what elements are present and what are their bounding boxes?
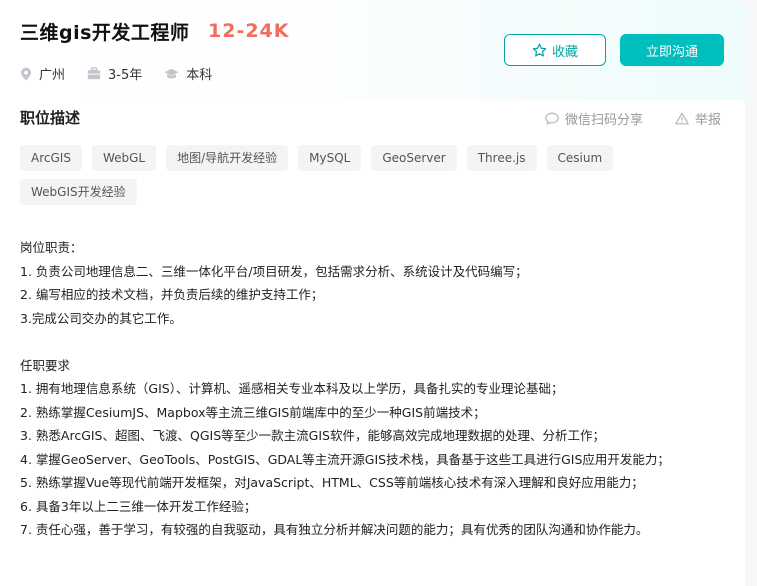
skill-tags: ArcGIS WebGL 地图/导航开发经验 MySQL GeoServer T… <box>20 145 720 213</box>
skill-tag: WebGL <box>91 145 157 171</box>
requirement-item: 4. 掌握GeoServer、GeoTools、PostGIS、GDAL等主流开… <box>20 451 670 467</box>
chat-label: 立即沟通 <box>645 44 698 60</box>
skill-tag: ArcGIS <box>20 145 82 171</box>
share-label: 微信扫码分享 <box>565 113 644 128</box>
skill-tag: GeoServer <box>371 145 457 171</box>
requirements-heading: 任职要求 <box>20 357 71 373</box>
salary: 12-24K <box>208 20 290 42</box>
city-text: 广州 <box>39 68 66 83</box>
star-icon <box>532 43 547 57</box>
graduation-cap-icon <box>164 68 179 78</box>
requirement-item: 7. 责任心强，善于学习，有较强的自我驱动，具有独立分析并解决问题的能力；具有优… <box>20 522 649 537</box>
skill-tag: Three.js <box>466 145 537 171</box>
job-title: 三维gis开发工程师 <box>20 22 190 44</box>
requirement-item: 2. 熟练掌握CesiumJS、Mapbox等主流三维GIS前端库中的至少一种G… <box>20 404 486 420</box>
requirement-item: 6. 具备3年以上二三维一体开发工作经验； <box>20 498 257 514</box>
job-meta: 广州 3-5年 本科 <box>20 64 234 83</box>
skill-tag: 地图/导航开发经验 <box>166 145 289 171</box>
report-link[interactable]: 举报 <box>675 109 721 128</box>
chat-now-button[interactable]: 立即沟通 <box>620 34 724 66</box>
skill-tag: Cesium <box>546 145 614 171</box>
meta-city: 广州 <box>20 64 65 83</box>
skill-tag: WebGIS开发经验 <box>20 179 137 205</box>
skill-tag: MySQL <box>298 145 362 171</box>
section-title: 职位描述 <box>20 109 81 127</box>
briefcase-icon <box>87 67 101 80</box>
meta-education: 本科 <box>164 64 212 83</box>
requirement-item: 5. 熟练掌握Vue等现代前端开发框架，对JavaScript、HTML、CSS… <box>20 475 644 490</box>
favorite-label: 收藏 <box>551 44 578 60</box>
wechat-share-link[interactable]: 微信扫码分享 <box>545 109 643 128</box>
location-icon <box>21 67 31 80</box>
warning-icon <box>675 112 689 125</box>
requirement-item: 3. 熟悉ArcGIS、超图、飞渡、QGIS等至少一款主流GIS软件，能够高效完… <box>20 428 605 443</box>
duty-item: 2. 编写相应的技术文档，并负责后续的维护支持工作； <box>20 287 324 302</box>
job-description: 岗位职责： 1. 负责公司地理信息二、三维一体化平台/项目研发，包括需求分析、系… <box>20 236 730 542</box>
chat-bubble-icon <box>545 112 559 125</box>
duty-item: 1. 负责公司地理信息二、三维一体化平台/项目研发，包括需求分析、系统设计及代码… <box>20 263 528 279</box>
experience-text: 3-5年 <box>108 68 143 83</box>
duties-heading: 岗位职责： <box>20 240 83 255</box>
meta-experience: 3-5年 <box>87 64 142 83</box>
report-label: 举报 <box>695 113 722 128</box>
job-detail-card: 三维gis开发工程师 12-24K 广州 3-5年 本科 收藏 立即沟通 职位描… <box>0 0 745 586</box>
duty-item: 3.完成公司交办的其它工作。 <box>20 310 182 326</box>
favorite-button[interactable]: 收藏 <box>504 34 606 66</box>
education-text: 本科 <box>186 68 213 83</box>
requirement-item: 1. 拥有地理信息系统（GIS）、计算机、遥感相关专业本科及以上学历，具备扎实的… <box>20 381 564 396</box>
